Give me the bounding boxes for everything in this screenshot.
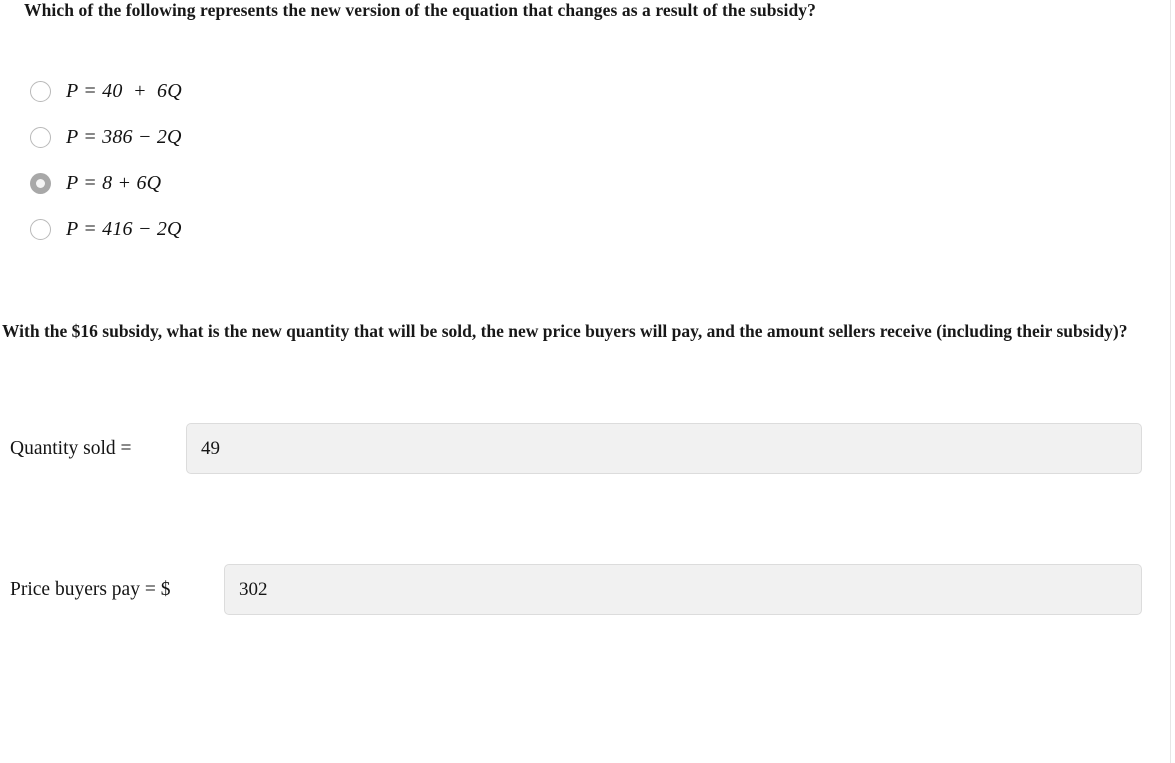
question-one-options: P = 40 + 6Q P = 386 − 2Q P = 8 + 6Q P = …: [2, 68, 1160, 252]
option-row-a[interactable]: P = 40 + 6Q: [30, 68, 1160, 114]
price-buyers-pay-label: Price buyers pay = $: [10, 578, 171, 600]
quantity-sold-label: Quantity sold =: [10, 437, 132, 459]
quantity-sold-row: Quantity sold =: [2, 423, 1142, 474]
option-row-b[interactable]: P = 386 − 2Q: [30, 114, 1160, 160]
option-label-d: P = 416 − 2Q: [66, 217, 182, 240]
right-edge-divider: [1170, 0, 1171, 763]
radio-option-b[interactable]: [30, 126, 51, 148]
radio-option-d[interactable]: [30, 218, 51, 240]
option-row-d[interactable]: P = 416 − 2Q: [30, 206, 1160, 252]
price-buyers-pay-input[interactable]: [224, 564, 1142, 615]
quantity-sold-input[interactable]: [186, 423, 1142, 474]
question-one-block: Which of the following represents the ne…: [2, 0, 1160, 252]
quiz-content: Which of the following represents the ne…: [0, 0, 1170, 763]
option-label-b: P = 386 − 2Q: [66, 125, 182, 148]
radio-option-a[interactable]: [30, 80, 51, 102]
option-label-a: P = 40 + 6Q: [66, 79, 182, 102]
radio-option-c[interactable]: [30, 172, 51, 194]
question-two-block: With the $16 subsidy, what is the new qu…: [2, 252, 1160, 615]
option-row-c[interactable]: P = 8 + 6Q: [30, 160, 1160, 206]
price-buyers-pay-row: Price buyers pay = $: [2, 564, 1142, 615]
question-two-prompt: With the $16 subsidy, what is the new qu…: [2, 321, 1128, 341]
question-one-prompt: Which of the following represents the ne…: [24, 0, 816, 20]
option-label-c: P = 8 + 6Q: [66, 171, 162, 194]
